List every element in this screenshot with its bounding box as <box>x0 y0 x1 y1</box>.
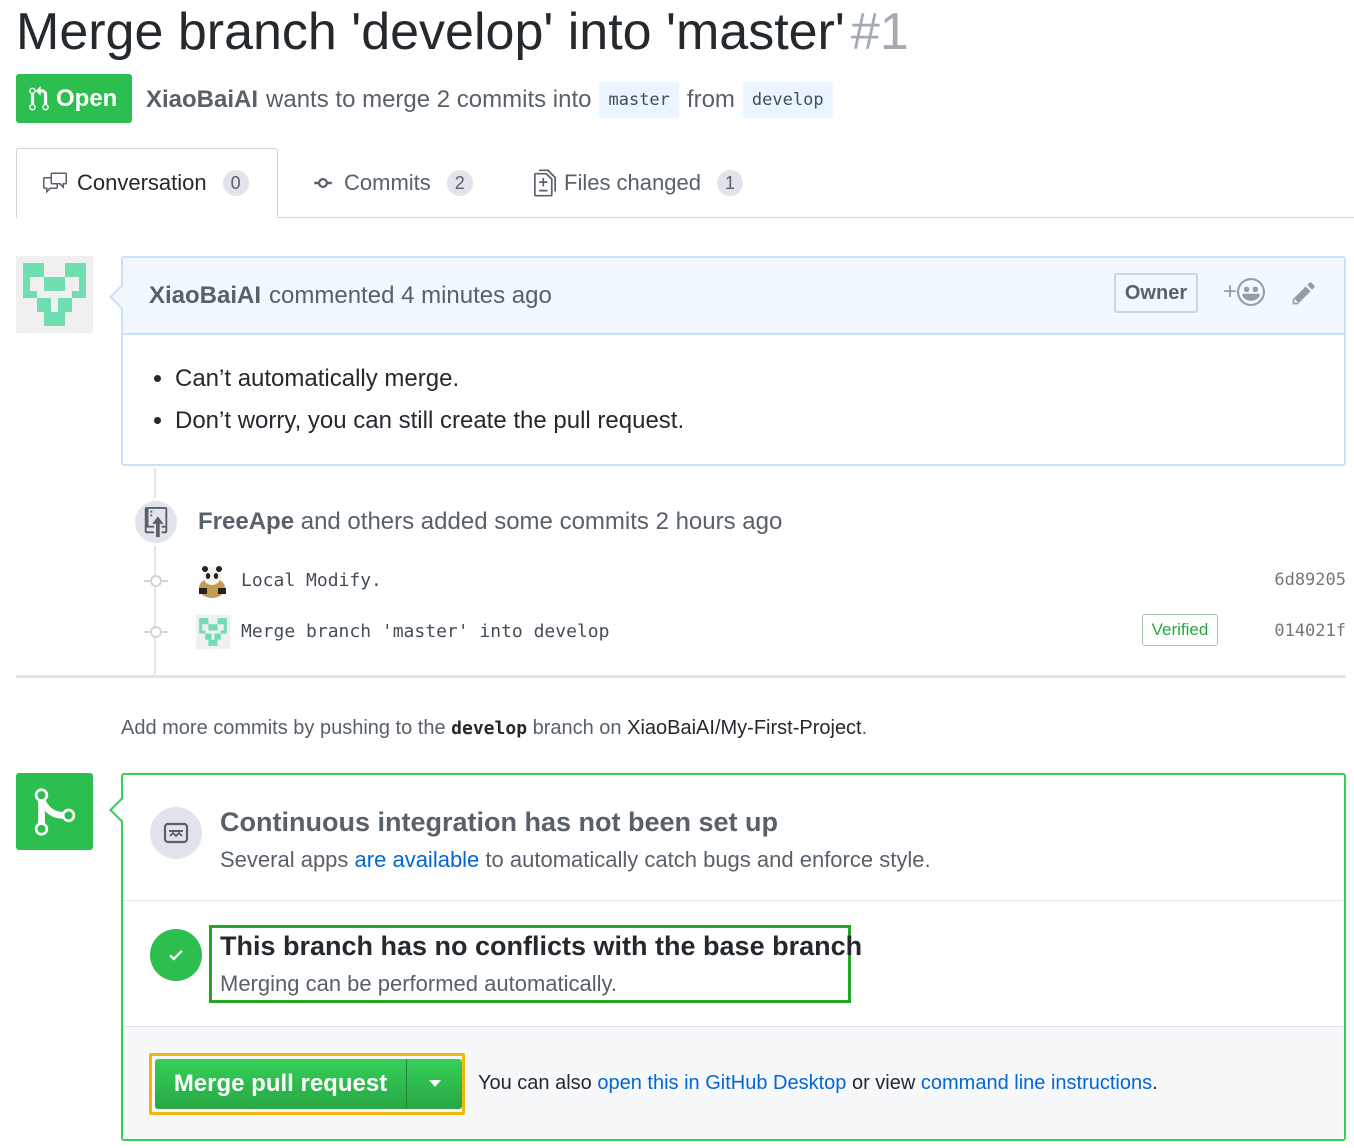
verified-badge[interactable]: Verified <box>1142 614 1218 646</box>
commit-author-avatar[interactable] <box>196 564 230 598</box>
ci-description: Several apps are available to automatica… <box>220 847 931 873</box>
identicon-avatar-image <box>196 615 230 649</box>
push-hint-prefix: Add more commits by pushing to the <box>121 717 446 739</box>
state-label: Open <box>56 84 118 112</box>
comment-timestamp[interactable]: commented 4 minutes ago <box>269 282 552 310</box>
git-commit-icon <box>144 575 168 587</box>
merge-status-description: Merging can be performed automatically. <box>220 971 618 996</box>
tab-files-label: Files changed <box>564 170 701 195</box>
comment-body: Can’t automatically merge. Don’t worry, … <box>123 335 1344 435</box>
avatar[interactable] <box>16 256 93 333</box>
git-commit-icon <box>144 626 168 638</box>
ci-desc-prefix: Several apps <box>220 847 349 872</box>
ci-title: Continuous integration has not been set … <box>220 807 778 837</box>
pr-number: #1 <box>850 3 909 61</box>
tab-files-count: 1 <box>716 170 743 196</box>
also-suffix: . <box>1152 1072 1158 1094</box>
github-desktop-link[interactable]: open this in GitHub Desktop <box>597 1072 846 1094</box>
ci-icon <box>150 807 202 859</box>
merge-alternatives: You can also open this in GitHub Desktop… <box>478 1072 1158 1095</box>
comment-discussion-icon <box>43 172 67 194</box>
tab-commits-count: 2 <box>446 170 473 196</box>
tab-conversation[interactable]: Conversation 0 <box>16 148 278 218</box>
tab-conversation-count: 0 <box>222 170 249 196</box>
reaction-plus: + <box>1223 278 1238 305</box>
commits-event: FreeApe and others added some commits 2 … <box>198 508 782 536</box>
ci-section: Continuous integration has not been set … <box>123 775 1344 901</box>
commit-message-link[interactable]: Local Modify. <box>241 570 382 591</box>
merge-box: Continuous integration has not been set … <box>109 773 1346 1141</box>
state-badge: Open <box>16 74 132 123</box>
tab-files-changed[interactable]: Files changed 1 <box>534 148 743 218</box>
commit-row: Merge branch 'master' into develop Verif… <box>140 613 1346 653</box>
command-line-instructions-link[interactable]: command line instructions <box>921 1072 1152 1094</box>
pr-tabs: Conversation 0 Commits 2 Files changed 1 <box>16 148 1354 218</box>
merge-pull-request-button[interactable]: Merge pull request <box>155 1059 407 1109</box>
comment-bullet: Can’t automatically merge. <box>175 365 1344 393</box>
comment-author-link[interactable]: XiaoBaiAI <box>149 282 261 310</box>
file-diff-icon <box>534 169 556 197</box>
or-view-text: or view <box>851 1072 916 1094</box>
merge-status-section: This branch has no conflicts with the ba… <box>123 901 1344 1027</box>
commit-author-avatar[interactable] <box>196 615 230 649</box>
commit-row: Local Modify. 6d89205 <box>140 562 1346 602</box>
commits-event-author[interactable]: FreeApe <box>198 508 294 535</box>
commit-sha-link[interactable]: 014021f <box>1274 621 1346 641</box>
commits-event-text: and others added some commits 2 hours ag… <box>300 508 783 535</box>
git-merge-icon <box>16 773 93 850</box>
merge-method-dropdown[interactable] <box>407 1059 462 1109</box>
tab-conversation-label: Conversation <box>77 170 207 195</box>
tab-commits-label: Commits <box>344 170 431 195</box>
comment: XiaoBaiAI commented 4 minutes ago Owner … <box>109 256 1346 466</box>
triangle-down-icon <box>428 1080 441 1087</box>
add-reaction-button[interactable]: + <box>1223 278 1266 306</box>
panda-avatar-image <box>196 564 230 598</box>
commit-sha-link[interactable]: 6d89205 <box>1274 570 1346 590</box>
push-hint: Add more commits by pushing to the devel… <box>121 717 867 740</box>
pr-meta-text: wants to merge 2 commits into <box>266 86 592 113</box>
comment-header: XiaoBaiAI commented 4 minutes ago Owner … <box>123 258 1344 335</box>
repo-link[interactable]: XiaoBaiAI/My-First-Project <box>627 717 862 739</box>
timeline-divider <box>16 675 1346 678</box>
comment-pointer <box>109 284 123 310</box>
apps-available-link[interactable]: are available <box>355 847 480 872</box>
pencil-icon <box>1292 282 1315 305</box>
tab-commits[interactable]: Commits 2 <box>310 148 473 218</box>
git-commit-icon <box>314 178 332 188</box>
check-icon <box>150 929 202 981</box>
pr-author-link[interactable]: XiaoBaiAI <box>146 86 258 114</box>
comment-bullet: Don’t worry, you can still create the pu… <box>175 407 1344 435</box>
pr-title: Merge branch 'develop' into 'master' #1 <box>16 0 909 66</box>
merge-button-group: Merge pull request <box>149 1053 465 1115</box>
also-prefix: You can also <box>478 1072 592 1094</box>
merge-box-pointer <box>109 797 123 823</box>
pr-meta: XiaoBaiAI wants to merge 2 commits into … <box>146 82 841 118</box>
push-hint-middle: branch on <box>532 717 622 739</box>
merge-status-title: This branch has no conflicts with the ba… <box>220 931 863 961</box>
base-branch[interactable]: master <box>599 82 679 118</box>
owner-label: Owner <box>1114 273 1198 313</box>
repo-push-icon <box>132 498 180 546</box>
edit-comment-button[interactable] <box>1291 280 1317 313</box>
push-hint-suffix: . <box>861 717 868 739</box>
git-pull-request-icon <box>29 85 49 110</box>
ci-desc-suffix: to automatically catch bugs and enforce … <box>485 847 931 872</box>
commit-message-link[interactable]: Merge branch 'master' into develop <box>241 621 609 642</box>
head-branch[interactable]: develop <box>742 82 833 118</box>
merge-action-section: Merge pull request You can also open thi… <box>123 1027 1344 1139</box>
pr-title-text: Merge branch 'develop' into 'master' <box>16 3 845 61</box>
smiley-icon <box>1237 278 1266 306</box>
identicon-avatar-image <box>16 256 93 333</box>
push-hint-branch: develop <box>451 718 528 739</box>
from-text: from <box>686 86 735 113</box>
